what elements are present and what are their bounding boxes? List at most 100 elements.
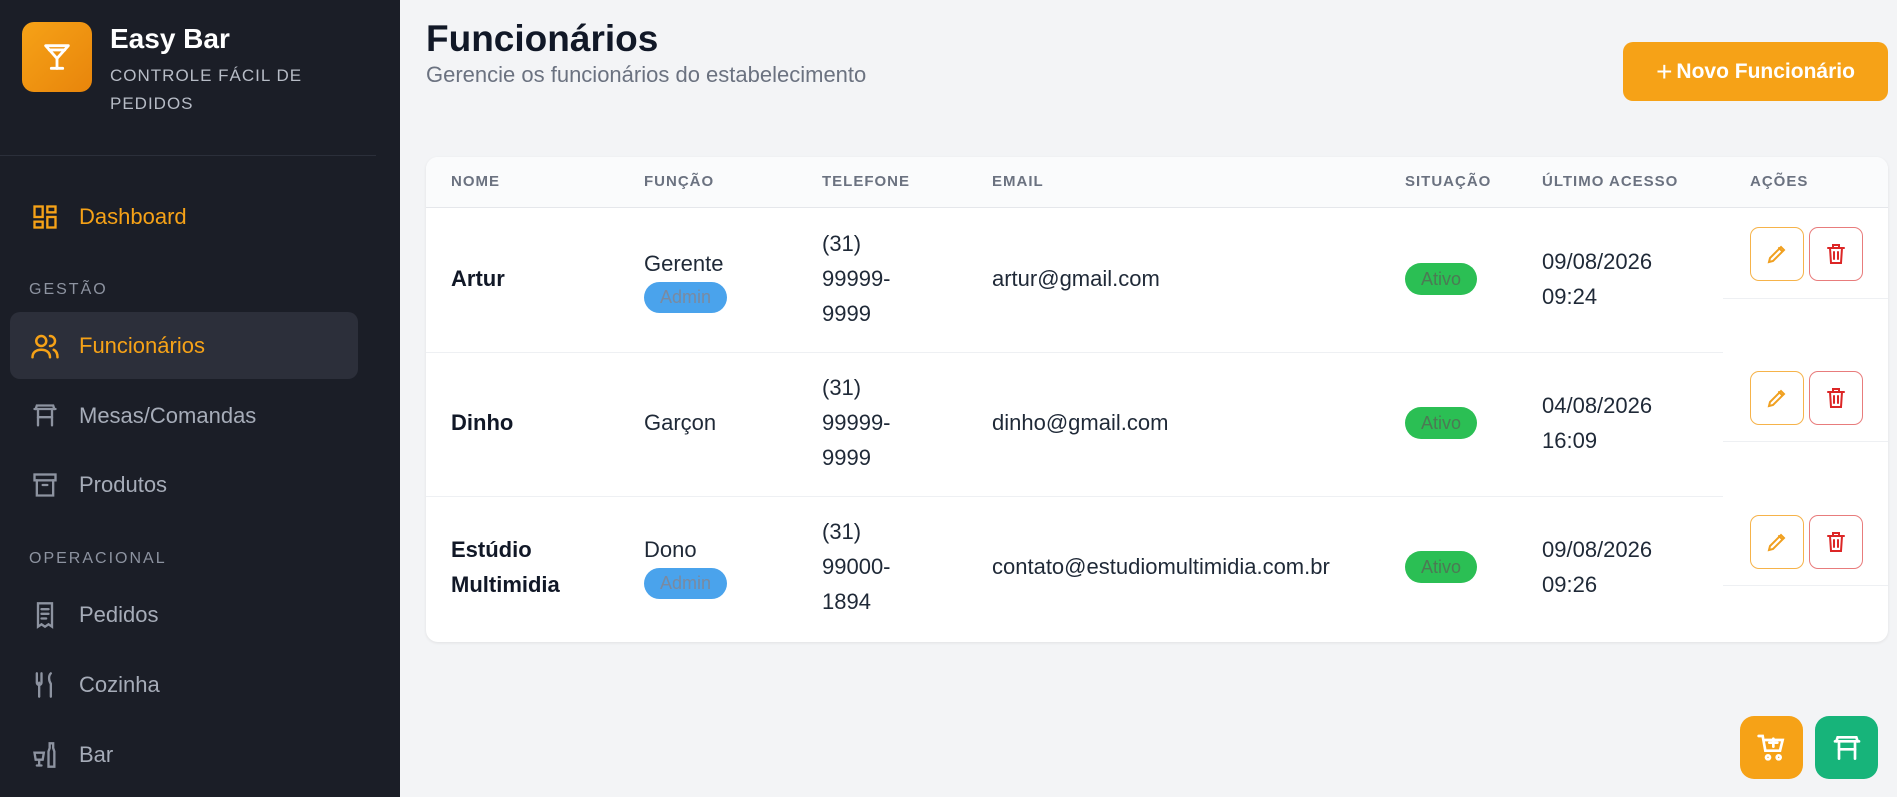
employee-name: Artur: [451, 266, 505, 291]
last-access: 09/08/2026 09:24: [1542, 244, 1652, 314]
new-order-fab[interactable]: [1740, 716, 1803, 779]
row-divider: [1723, 585, 1888, 586]
new-employee-button[interactable]: + Novo Funcionário: [1623, 42, 1888, 101]
last-access-time: 16:09: [1542, 428, 1598, 453]
phone-line: 9999: [822, 445, 871, 470]
column-header: EMAIL: [992, 173, 1044, 190]
last-access-time: 09:24: [1542, 284, 1598, 309]
status-badge: Ativo: [1405, 551, 1478, 583]
edit-button[interactable]: [1750, 515, 1804, 569]
pencil-icon: [1767, 533, 1786, 552]
sidebar-item-label: Cozinha: [79, 671, 160, 697]
sidebar-item-label: Mesas/Comandas: [79, 402, 257, 428]
employee-email: contato@estudiomultimidia.com.br: [992, 554, 1330, 579]
status-badge: Ativo: [1405, 407, 1478, 439]
sidebar-item-funcionarios[interactable]: Funcionários: [10, 312, 358, 379]
last-access: 04/08/2026 16:09: [1542, 388, 1652, 458]
sidebar-divider: [0, 155, 376, 156]
employee-name: Dinho: [451, 410, 514, 435]
sidebar-item-cozinha[interactable]: Cozinha: [10, 651, 358, 718]
sidebar-item-label: Funcionários: [79, 332, 205, 358]
page-title: Funcionários: [426, 18, 659, 59]
cocktail-glass-icon: [22, 22, 92, 92]
bottle-glass-icon: [30, 740, 60, 770]
table-row: Dinho Garçon (31) 99999- 9999 dinho@gmai…: [426, 353, 1888, 497]
phone-line: 99000-: [822, 554, 891, 579]
phone-line: (31): [822, 231, 862, 256]
sidebar-item-label: Bar: [79, 741, 114, 767]
tables-fab[interactable]: [1815, 716, 1878, 779]
employee-name-line: Estúdio: [451, 537, 532, 562]
cart-plus-icon: [1756, 734, 1784, 761]
sidebar-item-label: Produtos: [79, 471, 168, 497]
phone-line: (31): [822, 375, 862, 400]
trash-icon: [1827, 244, 1845, 264]
phone-line: 99999-: [822, 266, 891, 291]
employee-role: Gerente: [644, 251, 724, 276]
new-employee-label: Novo Funcionário: [1676, 59, 1855, 83]
delete-button[interactable]: [1809, 371, 1863, 425]
table-row: Estúdio Multimidia Dono Admin (31) 99000…: [426, 497, 1888, 641]
employee-email: dinho@gmail.com: [992, 410, 1169, 435]
brand-title: Easy Bar: [110, 23, 230, 54]
table-icon: [30, 401, 60, 431]
last-access-date: 09/08/2026: [1542, 537, 1653, 562]
row-divider: [1723, 298, 1888, 299]
phone-line: 1894: [822, 589, 871, 614]
sidebar-item-bar[interactable]: Bar: [10, 721, 358, 788]
trash-icon: [1827, 388, 1845, 408]
sidebar-item-produtos[interactable]: Produtos: [10, 451, 358, 518]
archive-box-icon: [30, 470, 60, 500]
page-subtitle: Gerencie os funcionários do estabelecime…: [426, 62, 867, 87]
row-divider: [1723, 441, 1888, 442]
plus-icon: +: [1656, 55, 1673, 87]
admin-badge: Admin: [644, 568, 728, 599]
phone-line: (31): [822, 519, 862, 544]
brand: Easy Bar CONTROLE FÁCIL DE PEDIDOS: [22, 22, 320, 118]
employee-name: Estúdio Multimidia: [451, 532, 560, 602]
last-access: 09/08/2026 09:26: [1542, 532, 1652, 602]
pencil-icon: [1767, 389, 1786, 408]
table-row: Artur Gerente Admin (31) 99999- 9999 art…: [426, 208, 1888, 352]
fork-knife-icon: [30, 670, 60, 700]
column-header: SITUAÇÃO: [1405, 173, 1492, 190]
users-icon: [30, 331, 60, 361]
table-header: NOME FUNÇÃO TELEFONE EMAIL SITUAÇÃO ÚLTI…: [426, 157, 1888, 208]
section-title-operacional: OPERACIONAL: [29, 550, 167, 567]
brand-subtitle: CONTROLE FÁCIL DE PEDIDOS: [110, 66, 303, 113]
pencil-icon: [1767, 245, 1786, 264]
employee-phone: (31) 99000- 1894: [822, 514, 891, 619]
last-access-date: 04/08/2026: [1542, 393, 1653, 418]
column-header: TELEFONE: [822, 173, 911, 190]
admin-badge: Admin: [644, 282, 728, 313]
section-title-gestao: GESTÃO: [29, 281, 108, 298]
column-header: AÇÕES: [1750, 173, 1809, 190]
phone-line: 99999-: [822, 410, 891, 435]
employee-email: artur@gmail.com: [992, 266, 1160, 291]
employee-role: Garçon: [644, 410, 717, 435]
delete-button[interactable]: [1809, 227, 1863, 281]
employee-phone: (31) 99999- 9999: [822, 370, 891, 475]
sidebar-item-label: Pedidos: [79, 601, 159, 627]
delete-button[interactable]: [1809, 515, 1863, 569]
trash-icon: [1827, 532, 1845, 552]
employee-name-line: Multimidia: [451, 572, 560, 597]
column-header: NOME: [451, 173, 500, 190]
column-header: FUNÇÃO: [644, 173, 715, 190]
employees-table: NOME FUNÇÃO TELEFONE EMAIL SITUAÇÃO ÚLTI…: [426, 157, 1888, 642]
edit-button[interactable]: [1750, 371, 1804, 425]
sidebar-item-mesas[interactable]: Mesas/Comandas: [10, 382, 358, 449]
edit-button[interactable]: [1750, 227, 1804, 281]
status-badge: Ativo: [1405, 263, 1478, 295]
dashboard-grid-icon: [30, 202, 60, 232]
sidebar: Easy Bar CONTROLE FÁCIL DE PEDIDOS Dashb…: [0, 0, 400, 797]
sidebar-item-dashboard[interactable]: Dashboard: [10, 183, 358, 250]
employee-phone: (31) 99999- 9999: [822, 226, 891, 331]
receipt-icon: [30, 600, 60, 630]
sidebar-item-pedidos[interactable]: Pedidos: [10, 581, 358, 648]
last-access-time: 09:26: [1542, 572, 1598, 597]
employee-role: Dono: [644, 537, 697, 562]
sidebar-item-label: Dashboard: [79, 203, 187, 229]
phone-line: 9999: [822, 301, 871, 326]
column-header: ÚLTIMO ACESSO: [1542, 173, 1679, 190]
